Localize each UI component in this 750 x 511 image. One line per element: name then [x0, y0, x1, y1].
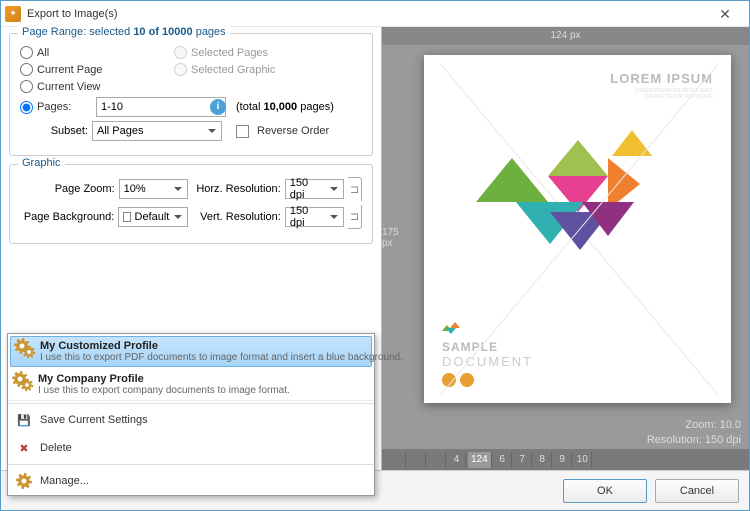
- profiles-popup: My Customized Profile I use this to expo…: [7, 333, 375, 496]
- gears-icon: [14, 373, 32, 391]
- menu-save-settings[interactable]: 💾 Save Current Settings: [8, 406, 374, 434]
- cancel-button[interactable]: Cancel: [655, 479, 739, 503]
- pages-input[interactable]: [96, 97, 226, 117]
- reverse-order-label: Reverse Order: [257, 125, 329, 137]
- doc-title: LOREM IPSUM: [442, 71, 713, 86]
- titlebar: ✦ Export to Image(s) ✕: [1, 1, 749, 27]
- label-pages: Pages:: [37, 101, 71, 113]
- radio-selected-pages[interactable]: [174, 46, 187, 59]
- page-thumb[interactable]: [388, 452, 406, 468]
- ruler-vertical: 175 px: [382, 45, 412, 431]
- preview-panel: 124 px 175 px LOREM IPSUM LOREM IPSUM DO…: [381, 27, 749, 471]
- vert-res-select[interactable]: 150 dpi: [285, 207, 344, 227]
- page-bg-select[interactable]: Default: [118, 207, 188, 227]
- link-resolution-icon-bottom: ⊐: [348, 205, 362, 229]
- vert-res-label: Vert. Resolution:: [192, 211, 280, 223]
- menu-manage[interactable]: Manage...: [8, 467, 374, 495]
- profile-desc: I use this to export PDF documents to im…: [40, 352, 403, 363]
- page-thumbnails-bar[interactable]: 4 124 6 7 8 9 10: [382, 449, 749, 471]
- preview-canvas: LOREM IPSUM LOREM IPSUM DOLOR SIT AMETCO…: [424, 55, 731, 403]
- label-selected-graphic: Selected Graphic: [191, 64, 275, 76]
- page-thumb[interactable]: 124: [468, 452, 492, 468]
- link-resolution-icon[interactable]: ⊐: [348, 177, 362, 201]
- badge-icon: [460, 373, 474, 387]
- doc-footer: SAMPLE DOCUMENT: [442, 340, 713, 387]
- options-panel: Page Range: selected 10 of 10000 pages A…: [1, 27, 381, 471]
- info-icon[interactable]: i: [210, 99, 226, 115]
- total-pages-label: (total 10,000 pages): [236, 101, 334, 113]
- horz-res-select[interactable]: 150 dpi: [285, 179, 344, 199]
- ok-button[interactable]: OK: [563, 479, 647, 503]
- profile-desc: I use this to export company documents t…: [38, 385, 368, 396]
- page-thumb[interactable]: 4: [448, 452, 466, 468]
- close-button[interactable]: ✕: [705, 3, 745, 25]
- radio-selected-graphic[interactable]: [174, 63, 187, 76]
- page-thumb[interactable]: [428, 452, 446, 468]
- radio-current-page[interactable]: [20, 63, 33, 76]
- profile-name: My Company Profile: [38, 373, 368, 385]
- radio-current-view[interactable]: [20, 80, 33, 93]
- page-bg-label: Page Background:: [20, 211, 114, 223]
- reverse-order-checkbox[interactable]: [236, 125, 249, 138]
- ruler-horizontal: 124 px: [382, 27, 749, 45]
- page-thumb[interactable]: 8: [534, 452, 552, 468]
- label-current-view: Current View: [37, 81, 100, 93]
- page-range-title: Page Range: selected 10 of 10000 pages: [18, 26, 230, 38]
- zoom-info: Zoom: 10.0 Resolution: 150 dpi: [647, 418, 741, 447]
- small-bird-icon: [442, 319, 460, 337]
- page-thumb[interactable]: 9: [554, 452, 572, 468]
- page-zoom-label: Page Zoom:: [20, 183, 115, 195]
- save-icon: 💾: [16, 412, 32, 428]
- page-thumb[interactable]: 7: [514, 452, 532, 468]
- label-all: All: [37, 47, 49, 59]
- radio-all[interactable]: [20, 46, 33, 59]
- doc-subtitle: LOREM IPSUM DOLOR SIT AMETCONSECTETUR AD…: [442, 88, 713, 100]
- menu-delete[interactable]: ✖ Delete: [8, 434, 374, 462]
- profile-item-company[interactable]: My Company Profile I use this to export …: [8, 369, 374, 401]
- tangram-bird-graphic: [442, 110, 713, 319]
- window-title: Export to Image(s): [27, 8, 705, 20]
- profile-name: My Customized Profile: [40, 340, 403, 352]
- subset-select[interactable]: All Pages: [92, 121, 222, 141]
- delete-icon: ✖: [16, 440, 32, 456]
- app-icon: ✦: [5, 6, 21, 22]
- gear-icon: [16, 473, 32, 489]
- graphic-group: Graphic Page Zoom: 10% Horz. Resolution:…: [9, 164, 373, 244]
- graphic-title: Graphic: [18, 157, 65, 169]
- horz-res-label: Horz. Resolution:: [192, 183, 281, 195]
- page-thumb[interactable]: 10: [574, 452, 592, 468]
- preview-document: LOREM IPSUM LOREM IPSUM DOLOR SIT AMETCO…: [424, 55, 731, 403]
- gears-icon: [16, 340, 34, 358]
- badge-icon: [442, 373, 456, 387]
- page-range-group: Page Range: selected 10 of 10000 pages A…: [9, 33, 373, 156]
- label-current-page: Current Page: [37, 64, 102, 76]
- radio-pages[interactable]: [20, 101, 33, 114]
- page-thumb[interactable]: [408, 452, 426, 468]
- page-zoom-select[interactable]: 10%: [119, 179, 188, 199]
- page-thumb[interactable]: 6: [494, 452, 512, 468]
- profile-item-customized[interactable]: My Customized Profile I use this to expo…: [10, 336, 372, 367]
- subset-label: Subset:: [20, 125, 88, 137]
- label-selected-pages: Selected Pages: [191, 47, 268, 59]
